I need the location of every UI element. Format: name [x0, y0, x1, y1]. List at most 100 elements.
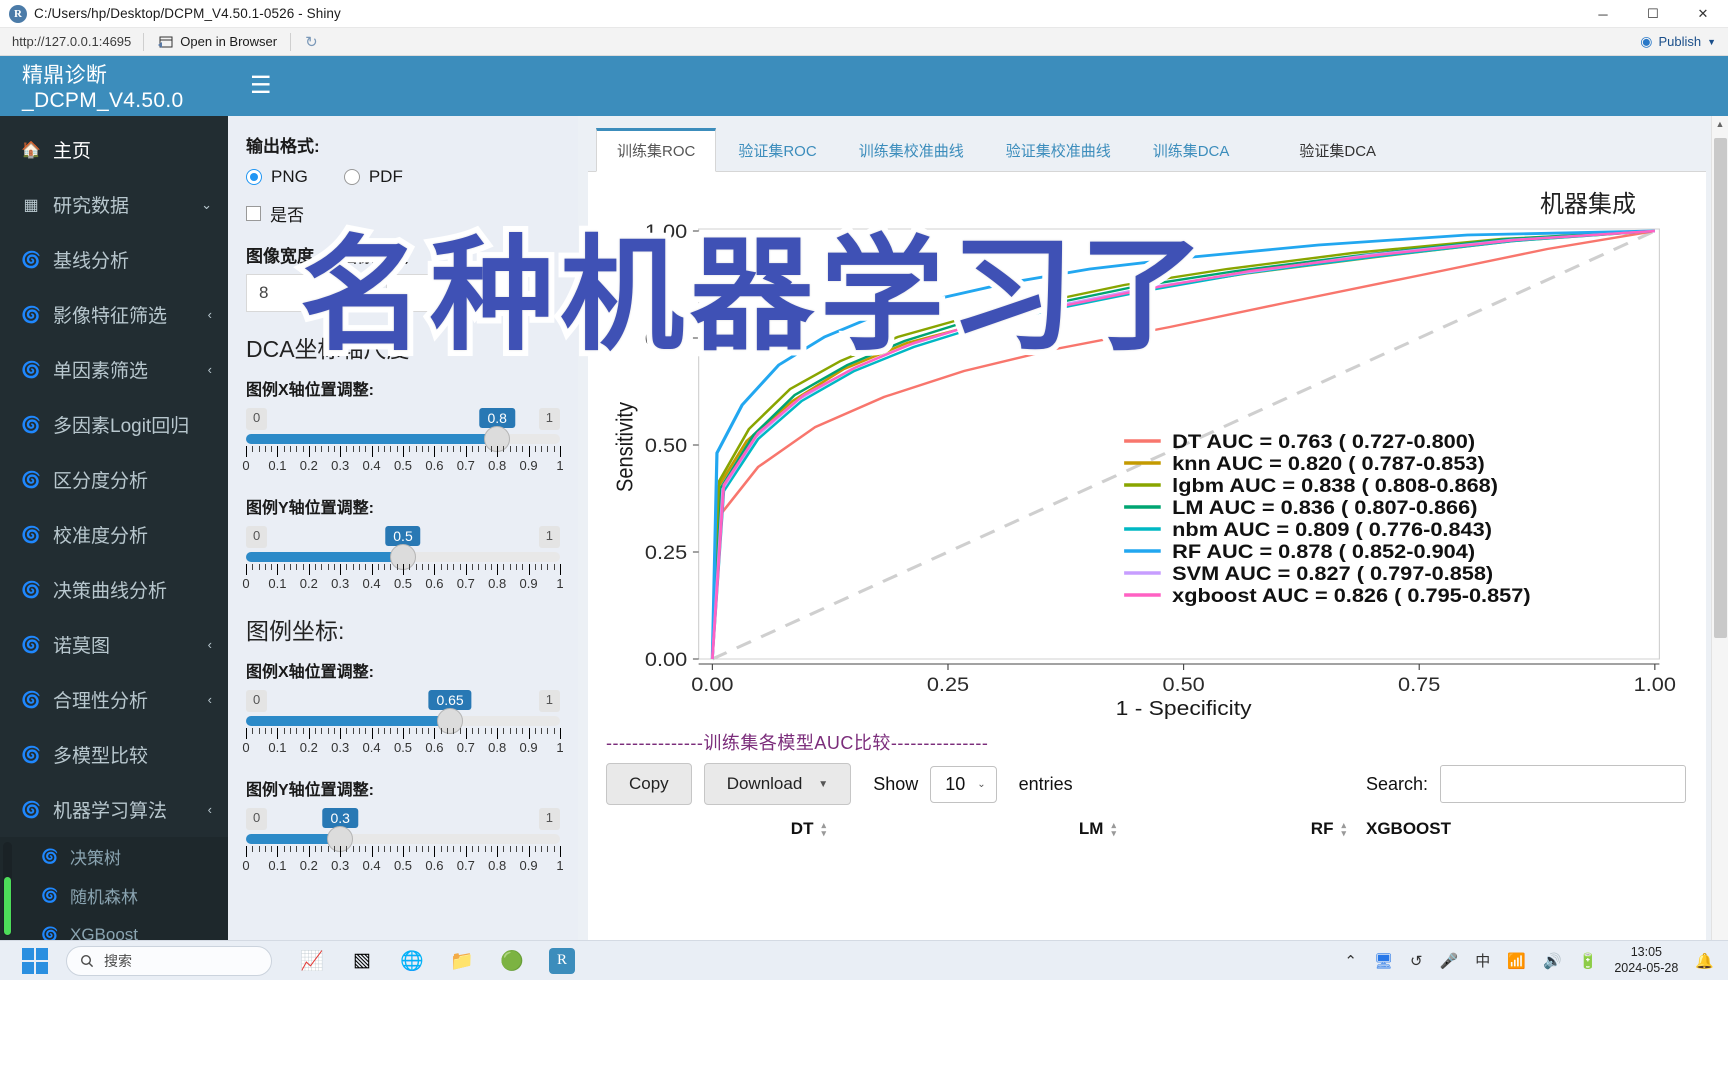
tab-train-roc[interactable]: 训练集ROC [596, 128, 717, 172]
legend-label-dt: DT AUC = 0.763 ( 0.727-0.800) [1172, 432, 1475, 452]
close-button[interactable]: ✕ [1678, 0, 1728, 28]
image-height-label: 图像高度 [340, 247, 408, 266]
slider-track[interactable] [246, 544, 560, 570]
sort-icon: ▴ ▾ [1341, 819, 1346, 838]
page-scrollbar[interactable]: ▲ [1711, 116, 1728, 940]
maximize-button[interactable]: ☐ [1628, 0, 1678, 28]
slider-track[interactable] [246, 708, 560, 734]
sidebar-item-discrimination-analysis[interactable]: 🌀 区分度分析 [0, 452, 228, 507]
slider-tick-label: 0.2 [299, 576, 318, 591]
sidebar-scrollbar-thumb[interactable] [4, 877, 11, 935]
slider-min-label: 0 [246, 408, 268, 430]
sidebar-item-research-data[interactable]: ▦ 研究数据 ⌄ [0, 177, 228, 232]
url-display[interactable]: http://127.0.0.1:4695 [0, 34, 143, 49]
chart-icon: 🌀 [21, 526, 41, 544]
tab-valid-calibration[interactable]: 验证集校准曲线 [986, 131, 1131, 171]
option-checkbox[interactable] [246, 206, 261, 221]
sidebar-item-machine-learning-algorithms[interactable]: 🌀 机器学习算法 ‹ [0, 782, 228, 837]
sidebar-item-rationality-analysis[interactable]: 🌀 合理性分析 ‹ [0, 672, 228, 727]
sidebar-item-multivariate-logit[interactable]: 🌀 多因素Logit回归 [0, 397, 228, 452]
slider-tick-label: 0.2 [299, 858, 318, 873]
sidebar-item-home[interactable]: 🏠 主页 [0, 122, 228, 177]
legend-item-lm: LM AUC = 0.836 ( 0.807-0.866) [1124, 498, 1477, 519]
slider-tick-label: 0.5 [393, 740, 413, 755]
table-header-xgboost[interactable]: XGBOOST [1366, 819, 1451, 839]
slider-label: 图例Y轴位置调整: [246, 500, 375, 517]
slider-value-bubble: 0.8 [479, 408, 515, 428]
stock-icon[interactable]: 📈 [298, 947, 326, 975]
sidebar-subitem-xgboost[interactable]: 🌀 XGBoost [0, 915, 228, 940]
reload-icon[interactable]: ↻ [291, 33, 332, 51]
publish-button[interactable]: ◉ Publish ▼ [1640, 33, 1720, 50]
sidebar-item-baseline-analysis[interactable]: 🌀 基线分析 [0, 232, 228, 287]
sidebar-item-univariate-selection[interactable]: 🌀 单因素筛选 ‹ [0, 342, 228, 397]
radio-pdf[interactable] [343, 169, 360, 185]
taskbar-clock[interactable]: 13:05 2024-05-28 [1614, 945, 1678, 976]
chart-icon: 🌀 [21, 691, 41, 709]
slider-tick-label: 0.4 [362, 458, 381, 473]
sidebar-item-nomogram[interactable]: 🌀 诺莫图 ‹ [0, 617, 228, 672]
sidebar-item-label: 多因素Logit回归 [53, 416, 190, 437]
search-input[interactable] [1440, 765, 1686, 803]
open-in-browser-button[interactable]: Open in Browser [144, 34, 290, 49]
slider-track[interactable] [246, 426, 560, 452]
volume-icon[interactable]: 🔊 [1543, 952, 1562, 970]
tab-train-dca[interactable]: 训练集DCA [1133, 131, 1250, 171]
start-button[interactable] [22, 947, 48, 974]
image-height-input[interactable] [386, 274, 514, 312]
sidebar-item-decision-curve-analysis[interactable]: 🌀 决策曲线分析 [0, 562, 228, 617]
taskbar-search[interactable]: 搜索 [66, 945, 272, 976]
scroll-up-arrow-icon[interactable]: ▲ [1712, 116, 1728, 132]
slider-tick-label: 0.2 [299, 740, 318, 755]
sidebar-scrollbar[interactable] [3, 842, 12, 936]
ime-icon[interactable]: 中 [1475, 950, 1490, 971]
slider-tick-label: 0.1 [268, 740, 287, 755]
bell-icon[interactable]: 🔔 [1695, 952, 1714, 970]
entries-select[interactable]: 10 ⌄ [930, 765, 997, 803]
folder-icon[interactable]: 📁 [448, 947, 476, 975]
edge-icon[interactable]: 🌐 [398, 947, 426, 975]
radio-png-label: PNG [271, 167, 308, 186]
image-width-input[interactable]: 8 [246, 274, 374, 312]
option-checkbox-row[interactable]: 是否 [246, 201, 560, 226]
sidebar-item-calibration-analysis[interactable]: 🌀 校准度分析 [0, 507, 228, 562]
minimize-button[interactable]: ─ [1578, 0, 1628, 28]
battery-icon[interactable]: 🔋 [1579, 952, 1598, 970]
sidebar-item-image-feature-selection[interactable]: 🌀 影像特征筛选 ‹ [0, 287, 228, 342]
radio-png[interactable] [246, 169, 262, 185]
slider-fill [246, 552, 403, 562]
page-scrollbar-thumb[interactable] [1714, 138, 1727, 638]
sidebar-subitem-decision-tree[interactable]: 🌀 决策树 [0, 837, 228, 876]
chevron-up-icon[interactable]: ⌃ [1344, 952, 1357, 970]
table-header-dt[interactable]: DT ▴ ▾ [606, 819, 906, 839]
legend-label-svm: SVM AUC = 0.827 ( 0.797-0.858) [1172, 564, 1493, 584]
slider-ticks [246, 846, 561, 858]
slider-tick-label: 0.5 [393, 458, 413, 473]
wps-icon[interactable]: 🖥 [1374, 952, 1393, 970]
taskview-icon[interactable]: ▧ [348, 947, 376, 975]
show-label: Show [873, 773, 919, 794]
slider-track[interactable] [246, 826, 560, 852]
table-header-lm[interactable]: LM ▴ ▾ [906, 819, 1136, 839]
slider-ticks [246, 728, 561, 740]
meeting-icon[interactable]: 🟢 [498, 947, 526, 975]
tab-valid-dca[interactable]: 验证集DCA [1279, 131, 1396, 171]
table-header-rf[interactable]: RF ▴ ▾ [1136, 819, 1366, 839]
taskbar-apps: 📈 ▧ 🌐 📁 🟢 R [298, 947, 576, 975]
mic-icon[interactable]: 🎤 [1440, 952, 1459, 970]
copy-button[interactable]: Copy [606, 763, 692, 805]
hamburger-menu-icon[interactable]: ☰ [250, 74, 272, 98]
radio-pdf-label: PDF [368, 167, 403, 186]
slider-tick-label: 0 [242, 740, 250, 755]
sidebar-subitem-random-forest[interactable]: 🌀 随机森林 [0, 876, 228, 915]
sidebar-item-label: 主页 [53, 141, 92, 162]
tab-valid-roc[interactable]: 验证集ROC [718, 131, 836, 171]
rstudio-icon[interactable]: R [548, 947, 576, 975]
sync-icon[interactable]: ↺ [1410, 952, 1423, 970]
download-button[interactable]: Download ▼ [703, 763, 852, 805]
wifi-icon[interactable]: 📶 [1507, 952, 1526, 970]
size-inputs: 8 [246, 274, 560, 312]
tab-train-calibration[interactable]: 训练集校准曲线 [839, 131, 984, 171]
sidebar-item-multi-model-comparison[interactable]: 🌀 多模型比较 [0, 727, 228, 782]
slider-fill [246, 834, 341, 844]
